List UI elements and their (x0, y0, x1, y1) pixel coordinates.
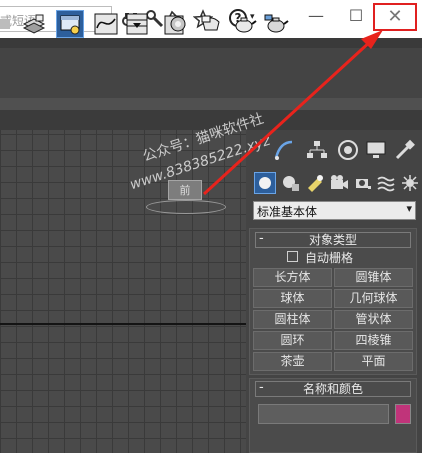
material-editor-icon[interactable] (162, 10, 190, 38)
autogrid-label: 自动栅格 (305, 251, 354, 265)
curve-editor-icon[interactable] (92, 10, 120, 38)
name-color-title: 名称和颜色 (302, 382, 363, 396)
main-toolbar (0, 48, 422, 99)
space-warps-icon[interactable] (376, 172, 398, 194)
cameras-icon[interactable] (328, 172, 350, 194)
geosphere-button[interactable]: 几何球体 (334, 289, 413, 308)
pyramid-button[interactable]: 四棱锥 (334, 331, 413, 350)
torus-button[interactable]: 圆环 (253, 331, 332, 350)
cone-button[interactable]: 圆锥体 (334, 268, 413, 287)
front-viewport[interactable] (0, 130, 246, 453)
lights-icon[interactable] (304, 172, 326, 194)
sphere-button[interactable]: 球体 (253, 289, 332, 308)
hierarchy-tab-icon[interactable] (305, 138, 329, 162)
autogrid-checkbox[interactable] (287, 251, 298, 262)
box-button[interactable]: 长方体 (253, 268, 332, 287)
cylinder-button[interactable]: 圆柱体 (253, 310, 332, 329)
tube-button[interactable]: 管状体 (334, 310, 413, 329)
object-name-field[interactable] (258, 404, 389, 424)
maximize-button[interactable]: ☐ (336, 4, 376, 30)
chevron-down-icon: ▾ (406, 202, 412, 215)
home-grid-axis (0, 323, 246, 325)
category-dropdown[interactable]: 标准基本体 ▾ (253, 201, 416, 220)
ribbon-gap (0, 38, 422, 48)
object-type-title: 对象类型 (308, 233, 357, 247)
render-teapot-icon[interactable] (230, 10, 258, 38)
teapot-button[interactable]: 茶壶 (253, 352, 332, 371)
scene-explorer-icon[interactable] (56, 10, 84, 38)
category-dropdown-value: 标准基本体 (257, 205, 318, 219)
shapes-icon[interactable] (280, 172, 302, 194)
render-setup-icon[interactable] (197, 10, 225, 38)
object-color-swatch[interactable] (395, 404, 411, 424)
object-type-header[interactable]: - 对象类型 (255, 231, 411, 248)
schematic-view-icon[interactable] (123, 10, 151, 38)
name-color-header[interactable]: - 名称和颜色 (255, 380, 411, 397)
create-tab-icon[interactable] (272, 138, 296, 162)
viewcube-ring[interactable] (146, 200, 226, 214)
utilities-tab-icon[interactable] (393, 138, 417, 162)
close-button[interactable]: ✕ (373, 3, 417, 31)
active-shade-icon[interactable] (262, 10, 290, 38)
toolbar-partial-icon[interactable] (0, 10, 22, 38)
plane-button[interactable]: 平面 (334, 352, 413, 371)
minimize-button[interactable]: — (296, 4, 336, 30)
layer-manager-icon[interactable] (20, 10, 48, 38)
display-tab-icon[interactable] (364, 138, 388, 162)
viewcube[interactable]: 前 (168, 180, 202, 200)
helpers-icon[interactable] (352, 172, 374, 194)
motion-tab-icon[interactable] (336, 138, 360, 162)
ribbon-strip (0, 98, 422, 110)
geometry-icon[interactable] (254, 172, 276, 194)
systems-icon[interactable] (399, 172, 421, 194)
